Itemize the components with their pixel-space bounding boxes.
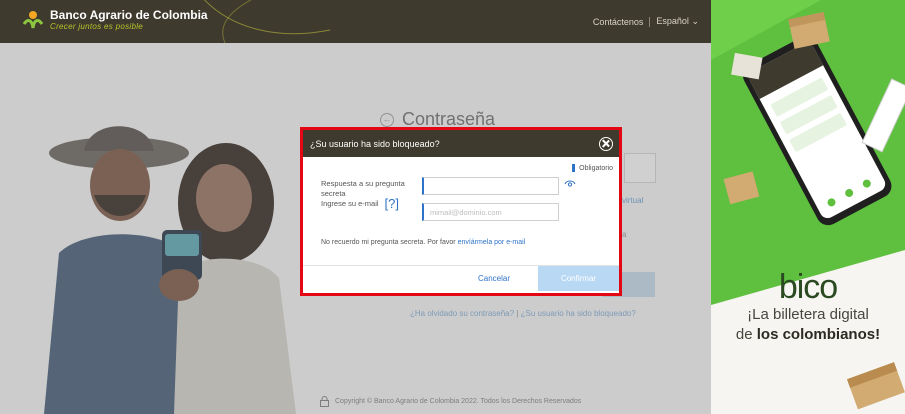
ad-tagline-prefix: de [735,326,753,343]
required-marker [572,164,576,172]
send-by-email-link[interactable]: envíármela por e-mail [458,239,526,246]
secret-answer-label: Respuesta a su pregunta secreta [321,179,405,198]
bank-logo-icon [22,11,44,29]
modal-header: ¿Su usuario ha sido bloqueado? [303,130,619,157]
modal-title: ¿Su usuario ha sido bloqueado? [310,138,440,149]
ad-tagline-line-2: de los colombianos! [711,326,905,343]
modal-body: Obligatorio Respuesta a su pregunta secr… [303,157,619,268]
confirm-button[interactable]: Confirmar [538,266,619,291]
bico-advertisement[interactable]: bico ¡La billetera digital de los colomb… [711,0,905,414]
contact-link[interactable]: Contáctenos [593,17,644,27]
email-label: Ingrese su e-mail [321,199,379,208]
language-label: Español [656,16,689,26]
bico-brand: bico [778,268,838,306]
email-input[interactable] [422,203,559,221]
bank-logo[interactable]: Banco Agrario de Colombia Crecer juntos … [22,8,208,32]
forgot-question-label: No recuerdo mi pregunta secreta. Por fav… [321,239,456,246]
required-indicator: Obligatorio [572,164,613,172]
cancel-button[interactable]: Cancelar [478,274,510,283]
language-selector[interactable]: Español ⌄ [656,16,699,27]
header-divider [649,16,651,27]
brand-name: Banco Agrario de Colombia [50,8,208,22]
modal-footer: Cancelar Confirmar [303,265,619,293]
ad-tagline-line-1: ¡La billetera digital [747,306,869,323]
top-header: Banco Agrario de Colombia Crecer juntos … [0,0,711,43]
blocked-user-modal: ¿Su usuario ha sido bloqueado? Obligator… [300,127,622,296]
chevron-down-icon: ⌄ [691,16,699,26]
ad-tagline-bold: los colombianos! [756,326,881,343]
required-label: Obligatorio [579,164,613,172]
brand-slogan: Crecer juntos es posible [50,22,144,31]
email-label-group: Ingrese su e-mail [?] [321,197,399,210]
eye-icon[interactable] [564,179,576,188]
close-icon[interactable] [599,136,613,151]
bico-ad-artwork [711,0,905,410]
secret-answer-input[interactable] [422,177,559,195]
help-icon[interactable]: [?] [385,197,399,210]
forgot-question-text: No recuerdo mi pregunta secreta. Por fav… [321,239,525,246]
